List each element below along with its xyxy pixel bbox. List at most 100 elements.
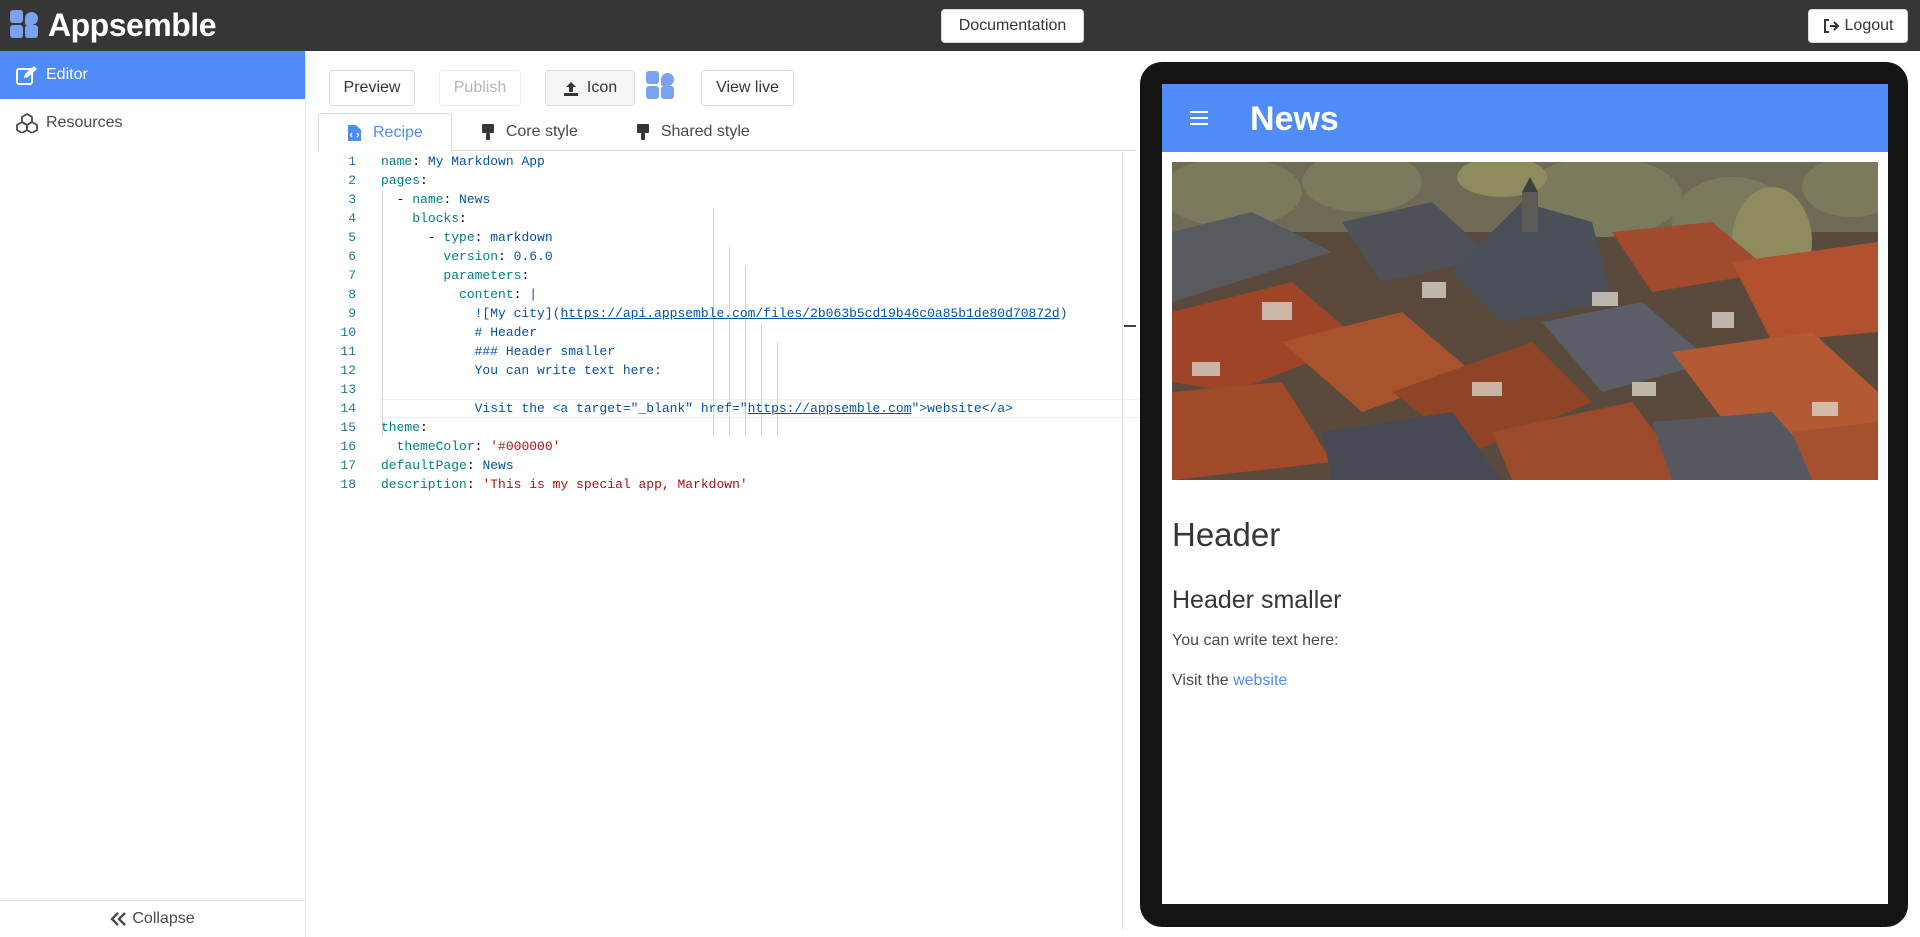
file-code-icon: [348, 124, 361, 141]
tab-shared-style[interactable]: Shared style: [607, 113, 779, 151]
preview-button[interactable]: Preview: [329, 70, 415, 106]
sidebar-item-editor[interactable]: Editor: [0, 51, 305, 99]
line-number: 2: [348, 173, 356, 188]
code-line[interactable]: 7 parameters:: [318, 266, 1122, 285]
line-code: - type: markdown: [381, 230, 553, 245]
line-code: pages:: [381, 173, 428, 188]
sidebar-item-label: Resources: [46, 114, 123, 131]
markdown-paragraph: You can write text here:: [1172, 632, 1339, 649]
line-code: ### Header smaller: [381, 344, 616, 359]
code-line[interactable]: 3 - name: News: [318, 190, 1122, 209]
edit-icon: [16, 66, 37, 85]
markdown-visit-text: Visit the website: [1172, 672, 1287, 690]
cursor-overview-marker: [1124, 325, 1136, 327]
collapse-label: Collapse: [132, 910, 195, 927]
line-code: description: 'This is my special app, Ma…: [381, 477, 748, 492]
code-line[interactable]: 12 You can write text here:: [318, 361, 1122, 380]
sign-out-icon: [1823, 19, 1839, 33]
icon-button-label: Icon: [586, 79, 618, 96]
code-line[interactable]: 5 - type: markdown: [318, 228, 1122, 247]
tab-recipe[interactable]: Recipe: [318, 113, 452, 152]
line-code: You can write text here:: [381, 363, 662, 378]
code-line[interactable]: 4 blocks:: [318, 209, 1122, 228]
line-number: 7: [348, 268, 356, 283]
sidebar-item-resources[interactable]: Resources: [0, 99, 305, 147]
editor-tabs: Recipe Core style Shared style: [318, 113, 1136, 152]
line-code: - name: News: [381, 192, 491, 207]
code-line[interactable]: 10 # Header: [318, 323, 1122, 342]
line-code: content: |: [459, 287, 538, 302]
code-line[interactable]: 2 pages:: [318, 171, 1122, 190]
sidebar-item-label: Editor: [46, 66, 88, 83]
code-line[interactable]: 6 version: 0.6.0: [318, 247, 1122, 266]
publish-button[interactable]: Publish: [439, 70, 521, 106]
documentation-button[interactable]: Documentation: [941, 9, 1084, 43]
app-page-title: News: [1250, 100, 1339, 138]
line-number: 18: [340, 477, 356, 492]
paint-brush-icon: [636, 124, 649, 140]
code-line[interactable]: 15 theme:: [318, 418, 1122, 437]
collapse-button[interactable]: Collapse: [0, 900, 305, 937]
app-icon-preview: [646, 71, 676, 101]
paint-brush-icon: [481, 124, 494, 140]
markdown-heading: Header: [1172, 516, 1281, 553]
editor-scrollbar[interactable]: [1122, 152, 1123, 930]
website-link[interactable]: website: [1233, 672, 1287, 689]
markdown-subheading: Header smaller: [1172, 586, 1342, 614]
line-number: 15: [340, 420, 356, 435]
line-number: 3: [348, 192, 356, 207]
code-line[interactable]: 17 defaultPage: News: [318, 456, 1122, 475]
code-line[interactable]: 14 Visit the <a target="_blank" href="ht…: [318, 399, 1122, 418]
cubes-icon: [16, 113, 38, 133]
line-number: 17: [340, 458, 356, 473]
line-code: # Header: [381, 325, 538, 340]
code-line[interactable]: 1 name: My Markdown App: [318, 152, 1122, 171]
city-rooftops-image: [1172, 162, 1878, 480]
angle-double-left-icon: [110, 912, 127, 926]
tab-core-style[interactable]: Core style: [452, 113, 607, 151]
line-code: blocks:: [412, 211, 467, 226]
code-editor[interactable]: 1 name: My Markdown App 2 pages: 3 - name: N…: [318, 152, 1454, 930]
menu-icon[interactable]: [1190, 111, 1208, 125]
view-live-button[interactable]: View live: [701, 70, 794, 106]
line-code: version: 0.6.0: [443, 249, 553, 264]
visit-prefix: Visit the: [1172, 672, 1234, 689]
app-preview-screen: News Header Header smaller You can write…: [1162, 84, 1888, 904]
code-line[interactable]: 11 ### Header smaller: [318, 342, 1122, 361]
line-code: defaultPage: News: [381, 458, 514, 473]
line-number: 14: [340, 401, 356, 416]
line-code: parameters:: [443, 268, 530, 283]
line-code: theme:: [381, 420, 428, 435]
line-number: 8: [348, 287, 356, 302]
line-number: 11: [340, 344, 356, 359]
code-line[interactable]: 13: [318, 380, 1122, 399]
code-lines: 1 name: My Markdown App 2 pages: 3 - name: N…: [318, 152, 1122, 494]
line-number: 10: [340, 325, 356, 340]
line-code: name: My Markdown App: [381, 154, 545, 169]
logout-label: Logout: [1844, 17, 1894, 34]
line-number: 5: [348, 230, 356, 245]
code-line[interactable]: 18 description: 'This is my special app, …: [318, 475, 1122, 494]
app-navbar: News: [1162, 84, 1888, 152]
line-number: 4: [348, 211, 356, 226]
brand[interactable]: Appsemble: [10, 9, 216, 41]
line-number: 16: [340, 439, 356, 454]
brand-name: Appsemble: [48, 7, 216, 43]
line-number: 12: [340, 363, 356, 378]
upload-icon: [563, 81, 578, 96]
city-photo: [1172, 162, 1878, 480]
sidebar: Editor Resources Collapse: [0, 51, 306, 937]
icon-upload-button[interactable]: Icon: [545, 70, 635, 106]
code-line[interactable]: 16 themeColor: '#000000': [318, 437, 1122, 456]
line-code: ![My city](https://api.appsemble.com/fil…: [381, 306, 1068, 321]
top-navbar: Appsemble Documentation Logout: [0, 0, 1920, 51]
line-number: 1: [348, 154, 356, 169]
code-line[interactable]: 9 ![My city](https://api.appsemble.com/f…: [318, 304, 1122, 323]
tab-label: Core style: [505, 123, 578, 140]
code-line[interactable]: 8 content: |: [318, 285, 1122, 304]
line-number: 9: [348, 306, 356, 321]
logout-button[interactable]: Logout: [1808, 9, 1908, 43]
appsemble-logo-icon: [10, 10, 40, 40]
tab-label: Shared style: [660, 123, 750, 140]
line-number: 6: [348, 249, 356, 264]
